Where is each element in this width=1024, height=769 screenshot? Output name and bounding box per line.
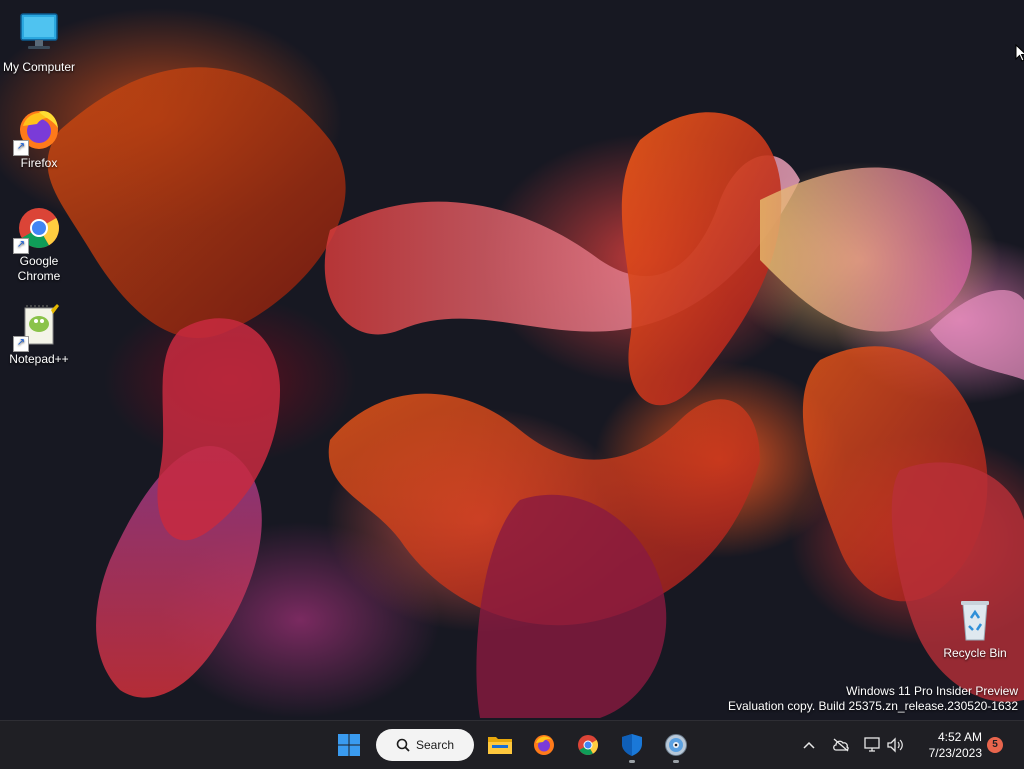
taskbar-windows-security[interactable]	[614, 727, 650, 763]
watermark-line1: Windows 11 Pro Insider Preview	[846, 684, 1018, 698]
shortcut-arrow-icon: ↗	[13, 238, 29, 254]
desktop-icon-chrome[interactable]: ↗ Google Chrome	[1, 204, 77, 284]
shortcut-arrow-icon: ↗	[13, 140, 29, 156]
start-button[interactable]	[331, 727, 367, 763]
desktop-icon-firefox[interactable]: ↗ Firefox	[1, 106, 77, 171]
volume-icon	[887, 737, 903, 753]
shortcut-arrow-icon: ↗	[13, 336, 29, 352]
desktop-icon-label: Recycle Bin	[943, 646, 1007, 660]
clock-time: 4:52 AM	[937, 730, 982, 744]
desktop[interactable]: My Computer ↗ Firefox ↗ Google Chrome ↗ …	[0, 0, 1024, 720]
clock-button[interactable]: 4:52 AM 7/23/2023	[912, 729, 982, 761]
cd-icon	[665, 734, 687, 756]
monitor-icon	[15, 10, 63, 58]
desktop-icon-label: Google Chrome	[17, 254, 61, 283]
desktop-icon-label: My Computer	[2, 60, 76, 74]
wallpaper-ribbons	[47, 67, 1024, 718]
cloud-offline-icon	[833, 738, 849, 752]
chrome-icon: ↗	[13, 204, 63, 254]
volume-tray-button[interactable]	[885, 735, 905, 755]
network-icon	[864, 737, 880, 752]
taskbar-chrome[interactable]	[570, 727, 606, 763]
firefox-icon: ↗	[13, 106, 63, 156]
recycle-bin-icon	[951, 596, 999, 644]
onedrive-tray-button[interactable]	[831, 735, 851, 755]
taskbar-disc-app[interactable]	[658, 727, 694, 763]
search-label: Search	[416, 738, 455, 752]
taskbar: Search 4:52 AM 7/23/2023 5	[0, 720, 1024, 769]
evaluation-watermark: Windows 11 Pro Insider Preview Evaluatio…	[728, 684, 1018, 714]
desktop-icon-notepadpp[interactable]: ↗ Notepad++	[1, 302, 77, 367]
mouse-pointer-icon	[1015, 44, 1024, 62]
taskbar-firefox[interactable]	[526, 727, 562, 763]
shield-icon	[622, 734, 642, 756]
running-indicator	[673, 760, 679, 763]
desktop-icon-label: Notepad++	[9, 352, 69, 366]
chevron-up-icon	[803, 741, 815, 749]
desktop-icon-my-computer[interactable]: My Computer	[1, 10, 77, 75]
notepadpp-icon: ↗	[13, 302, 63, 352]
taskbar-search-box[interactable]: Search	[376, 729, 474, 761]
network-tray-button[interactable]	[862, 735, 882, 755]
windows-start-icon	[338, 734, 360, 756]
clock-date: 7/23/2023	[928, 746, 982, 760]
running-indicator	[629, 760, 635, 763]
folder-icon	[488, 737, 512, 754]
taskbar-file-explorer[interactable]	[482, 727, 518, 763]
firefox-icon	[534, 735, 554, 755]
chrome-icon	[578, 735, 598, 755]
desktop-icon-recycle-bin[interactable]: Recycle Bin	[937, 596, 1013, 661]
search-icon	[396, 738, 410, 752]
show-hidden-icons-button[interactable]	[799, 735, 819, 755]
notification-badge[interactable]: 5	[987, 737, 1003, 753]
watermark-line2: Evaluation copy. Build 25375.zn_release.…	[728, 699, 1018, 713]
desktop-icon-label: Firefox	[20, 156, 58, 170]
